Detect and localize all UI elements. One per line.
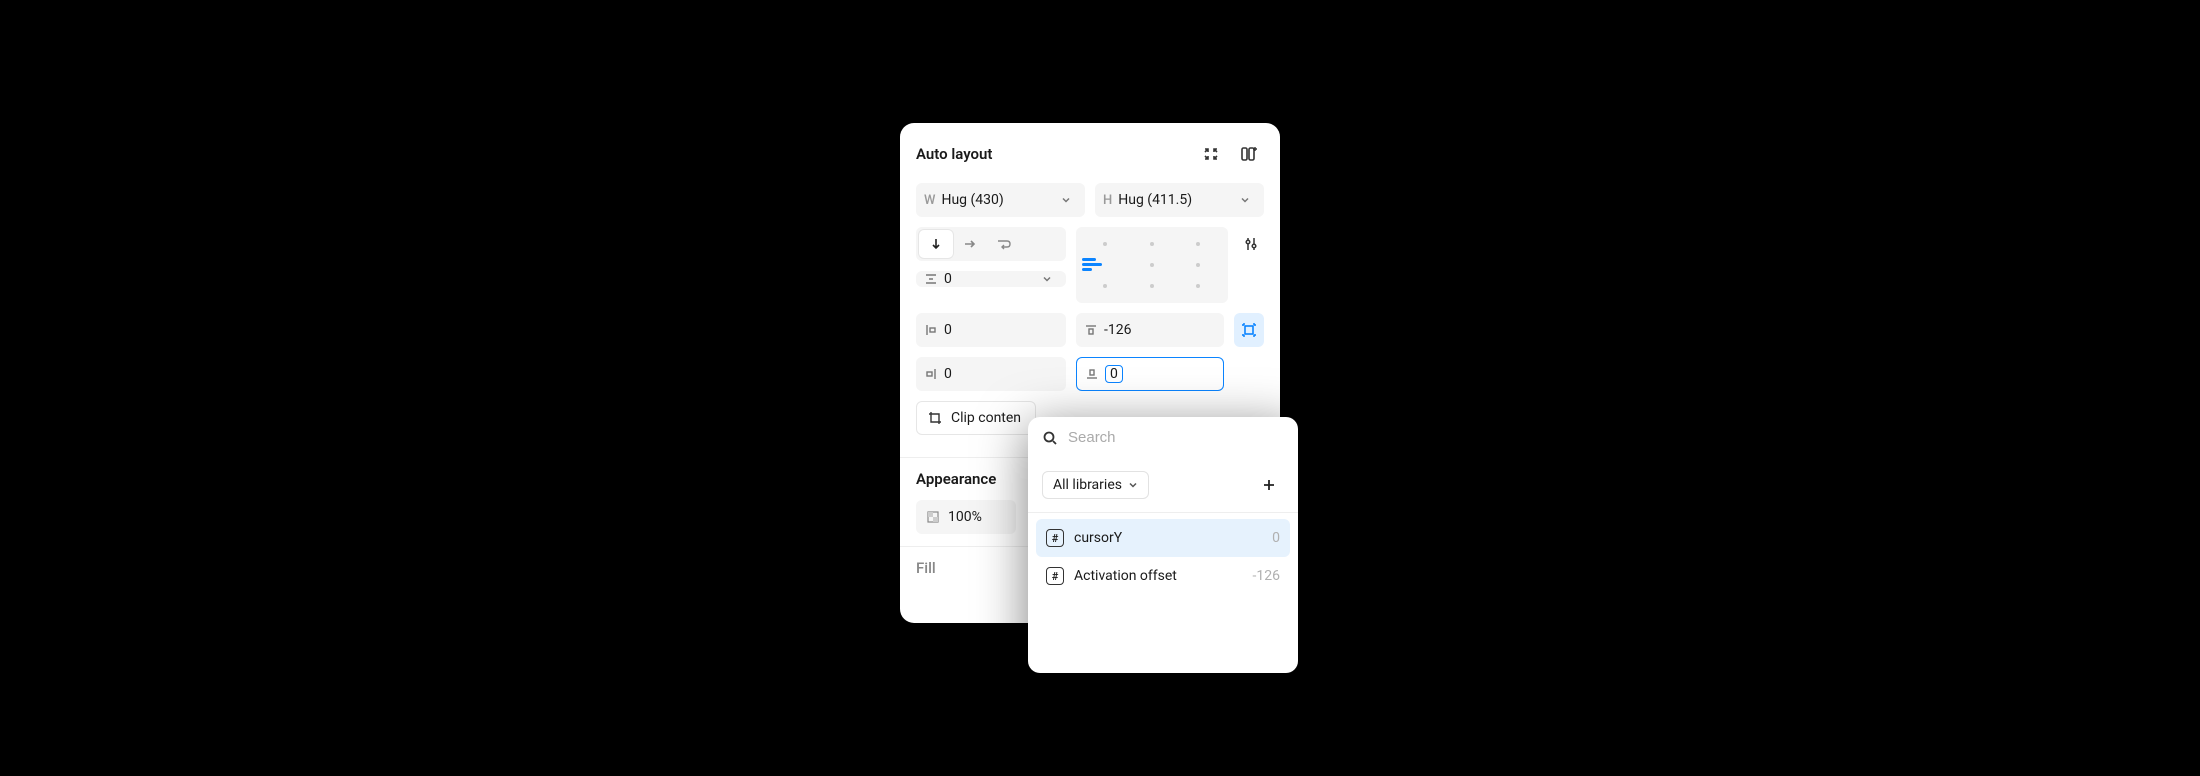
auto-layout-title: Auto layout — [916, 145, 992, 163]
width-field[interactable]: W Hug (430) — [916, 183, 1085, 217]
align-mid-right[interactable] — [1175, 254, 1222, 275]
variable-name: Activation offset — [1074, 568, 1243, 584]
padding-bottom-value[interactable]: 0 — [1105, 365, 1123, 383]
align-bot-center[interactable] — [1129, 276, 1176, 297]
padding-top-icon — [1084, 323, 1098, 337]
alignment-grid[interactable] — [1076, 227, 1228, 303]
padding-right-value: 0 — [944, 366, 1058, 382]
padding-bottom-field-active[interactable]: 0 — [1076, 357, 1224, 391]
library-select-label: All libraries — [1053, 477, 1122, 493]
height-field[interactable]: H Hug (411.5) — [1095, 183, 1264, 217]
align-top-center[interactable] — [1129, 233, 1176, 254]
padding-top-field[interactable]: -126 — [1076, 313, 1224, 347]
align-bot-left[interactable] — [1082, 276, 1129, 297]
padding-right-icon — [924, 367, 938, 381]
add-section-icon[interactable] — [1234, 137, 1264, 171]
opacity-field[interactable]: 100% — [916, 500, 1016, 534]
align-bot-right[interactable] — [1175, 276, 1222, 297]
advanced-settings-icon[interactable] — [1238, 227, 1264, 261]
variable-name: cursorY — [1074, 530, 1262, 546]
padding-bottom-icon — [1085, 367, 1099, 381]
align-mid-center[interactable] — [1129, 254, 1176, 275]
chevron-down-icon[interactable] — [1055, 195, 1077, 205]
variable-list: # cursorY 0 # Activation offset -126 — [1028, 513, 1298, 601]
width-prefix: W — [924, 193, 935, 208]
padding-expand-icon[interactable] — [1234, 313, 1264, 347]
direction-wrap[interactable] — [987, 230, 1021, 258]
variable-item-activation-offset[interactable]: # Activation offset -126 — [1036, 557, 1290, 595]
search-row — [1028, 417, 1298, 458]
align-top-right[interactable] — [1175, 233, 1222, 254]
chevron-down-icon[interactable] — [1234, 195, 1256, 205]
library-select[interactable]: All libraries — [1042, 471, 1149, 499]
search-input[interactable] — [1068, 429, 1284, 446]
clip-content-label: Clip conten — [951, 410, 1021, 426]
variable-value: -126 — [1253, 568, 1280, 584]
padding-top-value: -126 — [1104, 322, 1216, 338]
search-icon — [1042, 430, 1058, 446]
variable-item-cursory[interactable]: # cursorY 0 — [1036, 519, 1290, 557]
height-prefix: H — [1103, 193, 1112, 208]
gap-value: 0 — [944, 271, 1030, 287]
padding-left-icon — [924, 323, 938, 337]
gap-icon — [924, 272, 938, 286]
collapse-icon[interactable] — [1196, 137, 1226, 171]
padding-right-field[interactable]: 0 — [916, 357, 1066, 391]
add-variable-icon[interactable] — [1254, 468, 1284, 502]
direction-horizontal[interactable] — [953, 230, 987, 258]
padding-left-field[interactable]: 0 — [916, 313, 1066, 347]
width-value: Hug (430) — [941, 192, 1049, 208]
chevron-down-icon[interactable] — [1036, 274, 1058, 284]
clip-icon — [927, 410, 943, 426]
clip-content-button[interactable]: Clip conten — [916, 401, 1036, 435]
direction-vertical[interactable] — [919, 230, 953, 258]
auto-layout-header: Auto layout — [900, 125, 1280, 181]
number-variable-icon: # — [1046, 529, 1064, 547]
variable-picker-popover: All libraries # cursorY 0 # Activation o… — [1028, 417, 1298, 673]
align-mid-left-active[interactable] — [1082, 254, 1129, 275]
height-value: Hug (411.5) — [1118, 192, 1228, 208]
opacity-value: 100% — [948, 509, 982, 525]
library-row: All libraries — [1028, 458, 1298, 513]
variable-value: 0 — [1272, 530, 1280, 546]
gap-field[interactable]: 0 — [916, 271, 1066, 287]
number-variable-icon: # — [1046, 567, 1064, 585]
padding-left-value: 0 — [944, 322, 1058, 338]
direction-segmented[interactable] — [916, 227, 1066, 261]
opacity-icon — [926, 510, 940, 524]
align-top-left[interactable] — [1082, 233, 1129, 254]
